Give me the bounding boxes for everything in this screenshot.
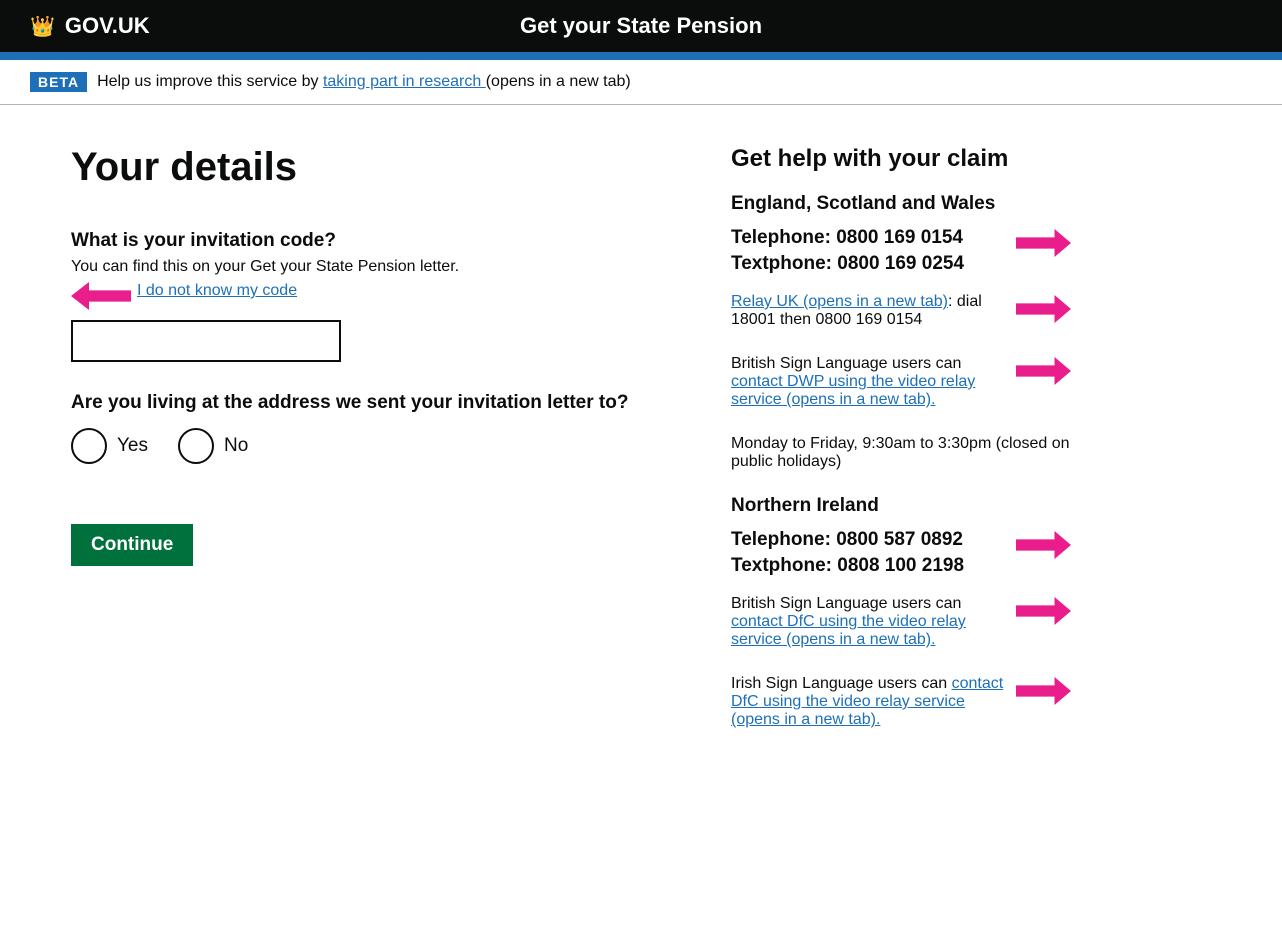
bsl-dwp-arrow-icon [1016, 357, 1071, 385]
crown-icon: 👑 [30, 14, 55, 39]
relay-uk-content: Relay UK (opens in a new tab): dial 1800… [731, 293, 1006, 341]
bsl-dfc-row: British Sign Language users can contact … [731, 595, 1071, 661]
relay-uk-link[interactable]: Relay UK (opens in a new tab) [731, 293, 948, 310]
bsl-dwp-content: British Sign Language users can contact … [731, 355, 1006, 421]
bsl-dfc-link[interactable]: contact DfC using the video relay servic… [731, 613, 966, 648]
england-region-title: England, Scotland and Wales [731, 193, 1071, 215]
relay-uk-arrow-icon [1016, 295, 1071, 323]
ni-phone-row: Telephone: 0800 587 0892 Textphone: 0808… [731, 529, 1071, 581]
address-question-group: Are you living at the address we sent yo… [71, 392, 671, 474]
england-phone-content: Telephone: 0800 169 0154 Textphone: 0800… [731, 227, 1006, 279]
bsl-dfc-content: British Sign Language users can contact … [731, 595, 1006, 661]
radio-yes-label: Yes [117, 435, 148, 457]
relay-uk-row: Relay UK (opens in a new tab): dial 1800… [731, 293, 1071, 341]
sidebar-title: Get help with your claim [731, 145, 1071, 173]
beta-research-link[interactable]: taking part in research [323, 73, 486, 90]
invitation-code-label: What is your invitation code? [71, 230, 671, 252]
ni-phone-arrow-icon [1016, 531, 1071, 559]
isl-content: Irish Sign Language users can contact Df… [731, 675, 1006, 741]
header-title: Get your State Pension [520, 13, 762, 39]
radio-no-option[interactable]: No [178, 428, 248, 464]
radio-yes-input[interactable] [71, 428, 107, 464]
left-arrow-icon [71, 282, 131, 310]
radio-no-label: No [224, 435, 248, 457]
ni-phone-content: Telephone: 0800 587 0892 Textphone: 0808… [731, 529, 1006, 581]
bsl-dwp-link[interactable]: contact DWP using the video relay servic… [731, 373, 975, 408]
ni-region-title: Northern Ireland [731, 495, 1071, 517]
ni-telephone: Telephone: 0800 587 0892 [731, 529, 1006, 551]
radio-yes-option[interactable]: Yes [71, 428, 148, 464]
radio-no-input[interactable] [178, 428, 214, 464]
isl-arrow-icon [1016, 677, 1071, 705]
bsl-dwp-row: British Sign Language users can contact … [731, 355, 1071, 421]
england-phone-row: Telephone: 0800 169 0154 Textphone: 0800… [731, 227, 1071, 279]
invitation-code-hint: You can find this on your Get your State… [71, 258, 671, 276]
beta-banner: BETA Help us improve this service by tak… [0, 60, 1282, 105]
gov-uk-logo[interactable]: 👑 GOV.UK [30, 13, 150, 39]
logo-text: GOV.UK [65, 13, 150, 39]
continue-button[interactable]: Continue [71, 524, 193, 566]
page-title: Your details [71, 145, 671, 190]
england-phone-arrow-icon [1016, 229, 1071, 257]
invitation-code-group: What is your invitation code? You can fi… [71, 230, 671, 362]
dont-know-code-link[interactable]: I do not know my code [137, 282, 297, 300]
invitation-code-input[interactable] [71, 320, 341, 362]
isl-row: Irish Sign Language users can contact Df… [731, 675, 1071, 741]
northern-ireland-section: Northern Ireland Telephone: 0800 587 089… [731, 495, 1071, 741]
right-sidebar: Get help with your claim England, Scotla… [731, 145, 1071, 765]
bsl-dfc-arrow-icon [1016, 597, 1071, 625]
relay-text: Relay UK (opens in a new tab): dial 1800… [731, 293, 1006, 329]
england-hours: Monday to Friday, 9:30am to 3:30pm (clos… [731, 435, 1071, 471]
england-telephone: Telephone: 0800 169 0154 [731, 227, 1006, 249]
england-section: England, Scotland and Wales Telephone: 0… [731, 193, 1071, 471]
beta-prefix: Help us improve this service by [97, 73, 318, 90]
isl-text: Irish Sign Language users can contact Df… [731, 675, 1006, 729]
dont-know-code-row: I do not know my code [71, 282, 671, 310]
address-question-label: Are you living at the address we sent yo… [71, 392, 671, 414]
beta-suffix: (opens in a new tab) [486, 73, 631, 90]
site-header: 👑 GOV.UK Get your State Pension [0, 0, 1282, 52]
bsl-dwp-text: British Sign Language users can contact … [731, 355, 1006, 409]
left-content: Your details What is your invitation cod… [71, 145, 671, 765]
progress-bar-container [0, 52, 1282, 60]
england-textphone: Textphone: 0800 169 0254 [731, 253, 1006, 275]
progress-bar-fill [0, 52, 1282, 60]
beta-tag: BETA [30, 72, 87, 92]
bsl-dfc-text: British Sign Language users can contact … [731, 595, 1006, 649]
radio-options: Yes No [71, 428, 671, 474]
ni-textphone: Textphone: 0808 100 2198 [731, 555, 1006, 577]
beta-text: Help us improve this service by taking p… [97, 73, 631, 91]
main-container: Your details What is your invitation cod… [41, 105, 1241, 805]
